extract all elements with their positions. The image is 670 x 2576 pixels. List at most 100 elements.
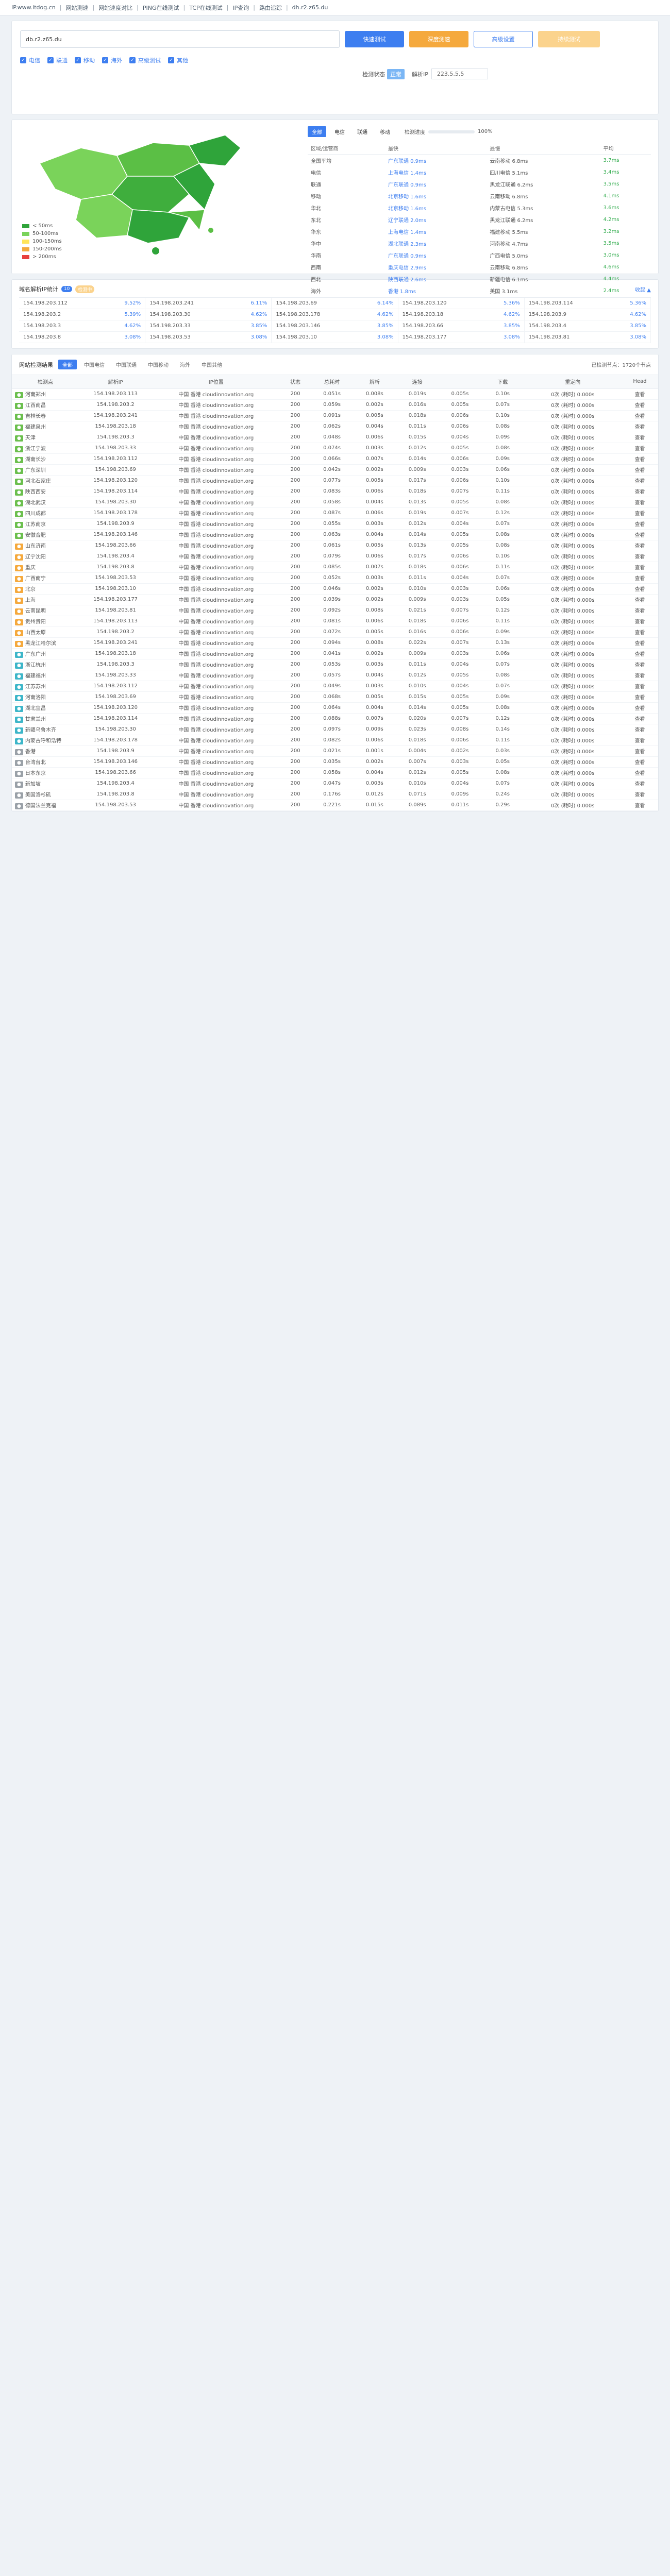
result-cell: 0.057s — [310, 670, 354, 681]
head-view-link[interactable]: 查看 — [621, 572, 658, 584]
results-tab[interactable]: 中国电信 — [80, 360, 109, 369]
head-view-link[interactable]: 查看 — [621, 637, 658, 649]
result-cell: 0.010s — [396, 681, 439, 692]
line-checkbox[interactable]: ✓ 高级测试 — [129, 56, 161, 64]
head-view-link[interactable]: 查看 — [621, 443, 658, 454]
top-nav-link[interactable]: 网站测速 — [65, 4, 88, 12]
head-view-link[interactable]: 查看 — [621, 659, 658, 670]
ip-stat-cell: 154.198.203.120 5.36% — [398, 298, 525, 309]
head-view-link[interactable]: 查看 — [621, 399, 658, 411]
line-checkbox[interactable]: ✓ 海外 — [102, 56, 122, 64]
head-view-link[interactable]: 查看 — [621, 475, 658, 486]
results-table: 检测点 解析IP IP位置 状态 总耗时 解析 连接 下载 重定向 Head ● 河南郑州 154.1… — [12, 375, 658, 811]
head-view-link[interactable]: 查看 — [621, 616, 658, 627]
head-view-link[interactable]: 查看 — [621, 507, 658, 519]
result-cell: 中国 香港 cloudinnovation.org — [152, 800, 280, 811]
result-cell: 0.041s — [310, 648, 354, 659]
results-tab[interactable]: 中国联通 — [112, 360, 141, 369]
isp-cell: 广东联通 0.9ms — [388, 182, 426, 188]
head-view-link[interactable]: 查看 — [621, 648, 658, 659]
head-view-link[interactable]: 查看 — [621, 540, 658, 551]
map-region-hainan[interactable] — [152, 247, 159, 255]
head-view-link[interactable]: 查看 — [621, 421, 658, 432]
continuous-test-button[interactable]: 持续测试 — [538, 31, 600, 47]
result-cell: 200 — [280, 605, 311, 616]
line-checkbox[interactable]: ✓ 电信 — [20, 56, 40, 64]
head-view-link[interactable]: 查看 — [621, 583, 658, 595]
head-view-link[interactable]: 查看 — [621, 432, 658, 443]
head-view-link[interactable]: 查看 — [621, 670, 658, 681]
top-nav-link[interactable]: 网站速度对比 — [98, 4, 132, 12]
top-nav-link[interactable]: TCP在线测试 — [189, 4, 222, 12]
node-location-cell: ● 福建福州 — [12, 670, 79, 681]
result-cell: 0.08s — [481, 540, 524, 551]
isp-tab[interactable]: 电信 — [330, 126, 349, 137]
results-tab[interactable]: 中国移动 — [144, 360, 173, 369]
results-tab[interactable]: 中国其他 — [197, 360, 226, 369]
quick-test-button[interactable]: 快速测试 — [345, 31, 404, 47]
head-view-link[interactable]: 查看 — [621, 410, 658, 421]
head-view-link[interactable]: 查看 — [621, 594, 658, 605]
head-view-link[interactable]: 查看 — [621, 605, 658, 616]
isp-tab[interactable]: 全部 — [308, 126, 326, 137]
results-tab[interactable]: 全部 — [58, 360, 77, 369]
line-checkbox[interactable]: ✓ 其他 — [168, 56, 188, 64]
head-view-link[interactable]: 查看 — [621, 497, 658, 508]
search-input[interactable] — [20, 30, 340, 48]
top-nav-link[interactable]: PING在线测试 — [143, 4, 179, 12]
head-view-link[interactable]: 查看 — [621, 767, 658, 778]
head-view-link[interactable]: 查看 — [621, 453, 658, 465]
top-nav-link[interactable]: IP.www.itdog.cn — [11, 4, 56, 11]
line-checkbox[interactable]: ✓ 移动 — [75, 56, 95, 64]
deep-test-button[interactable]: 深度测速 — [409, 31, 468, 47]
head-view-link[interactable]: 查看 — [621, 724, 658, 735]
head-view-link[interactable]: 查看 — [621, 626, 658, 638]
head-view-link[interactable]: 查看 — [621, 562, 658, 573]
ip-stat-address: 154.198.203.81 — [528, 334, 570, 340]
results-tab[interactable]: 海外 — [176, 360, 194, 369]
result-cell: 0.009s — [396, 594, 439, 605]
top-nav-link[interactable]: dh.r2.z65.du — [292, 4, 328, 11]
result-cell: 中国 香港 cloudinnovation.org — [152, 399, 280, 411]
head-view-link[interactable]: 查看 — [621, 756, 658, 768]
isp-tab[interactable]: 联通 — [353, 126, 372, 137]
result-cell: 0.004s — [439, 572, 481, 584]
head-view-link[interactable]: 查看 — [621, 464, 658, 476]
head-view-link[interactable]: 查看 — [621, 713, 658, 724]
result-cell: 154.198.203.4 — [79, 551, 153, 562]
advanced-settings-button[interactable]: 高级设置 — [474, 31, 533, 47]
top-nav-link[interactable]: IP查询 — [232, 4, 249, 12]
result-cell: 中国 香港 cloudinnovation.org — [152, 594, 280, 605]
result-cell: 0.051s — [310, 388, 354, 400]
head-view-link[interactable]: 查看 — [621, 778, 658, 789]
ip-stat-cell: 154.198.203.66 3.85% — [398, 320, 525, 332]
head-view-link[interactable]: 查看 — [621, 745, 658, 757]
map-region-taiwan[interactable] — [208, 228, 213, 233]
collapse-button[interactable]: 收起 ▲ — [635, 285, 651, 293]
head-view-link[interactable]: 查看 — [621, 691, 658, 703]
isp-cell: 海外 — [311, 289, 321, 295]
head-view-link[interactable]: 查看 — [621, 800, 658, 811]
ip-stat-percent: 4.62% — [630, 312, 646, 317]
isp-tab[interactable]: 移动 — [376, 126, 394, 137]
head-view-link[interactable]: 查看 — [621, 681, 658, 692]
line-checkbox[interactable]: ✓ 联通 — [47, 56, 68, 64]
result-cell: 0.017s — [396, 475, 439, 486]
result-cell: 0.003s — [439, 594, 481, 605]
table-row: ● 吉林长春 154.198.203.241 中国 香港 cloudinnovatio… — [12, 410, 658, 421]
head-view-link[interactable]: 查看 — [621, 702, 658, 714]
top-nav-link[interactable]: 路由追踪 — [259, 4, 282, 12]
head-view-link[interactable]: 查看 — [621, 735, 658, 746]
line-checkbox-label: 联通 — [56, 57, 68, 64]
head-view-link[interactable]: 查看 — [621, 518, 658, 530]
result-cell: 0.003s — [353, 572, 396, 584]
table-row: ● 江苏苏州 154.198.203.112 中国 香港 cloudinnovatio… — [12, 681, 658, 692]
head-view-link[interactable]: 查看 — [621, 486, 658, 497]
head-view-link[interactable]: 查看 — [621, 789, 658, 800]
head-view-link[interactable]: 查看 — [621, 529, 658, 540]
isp-cell: 黑龙江联通 6.2ms — [490, 218, 533, 224]
head-view-link[interactable]: 查看 — [621, 551, 658, 562]
head-view-link[interactable]: 查看 — [621, 388, 658, 400]
result-cell: 0次 (耗时) 0.000s — [524, 464, 622, 476]
result-cell: 0.006s — [439, 626, 481, 638]
